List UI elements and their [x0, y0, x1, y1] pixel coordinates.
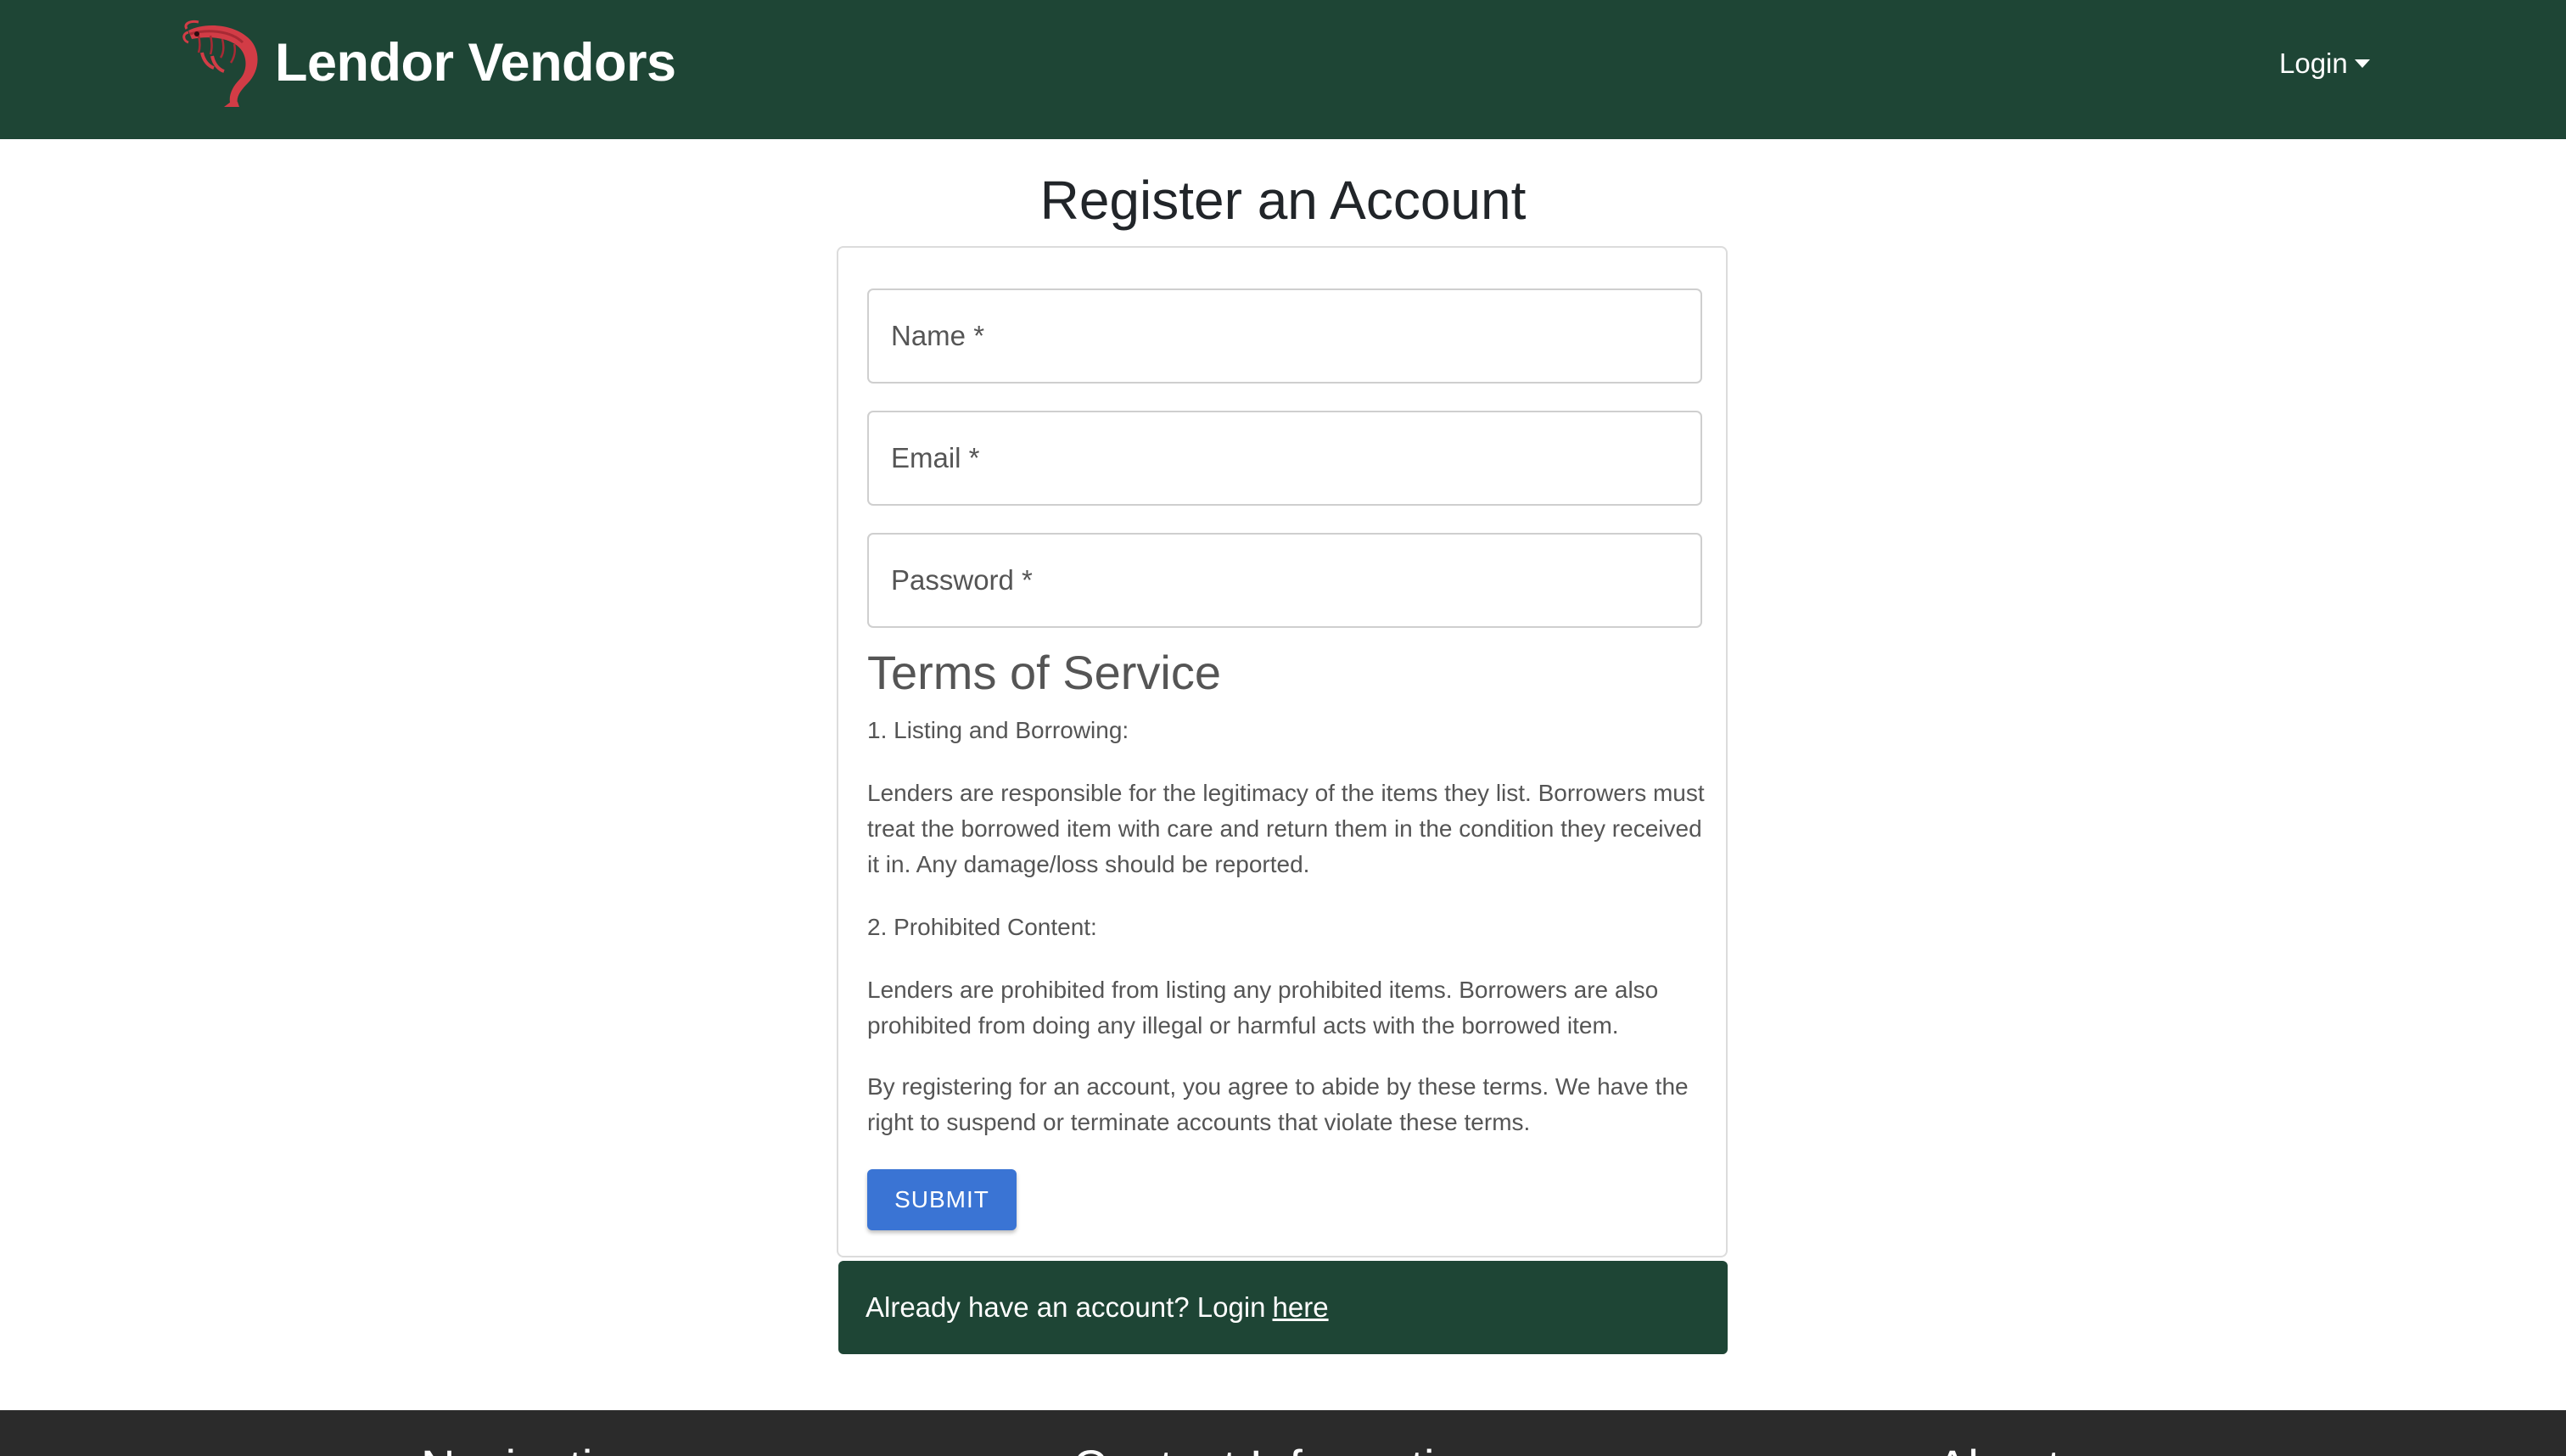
register-form-card: Terms of Service 1. Listing and Borrowin…	[837, 246, 1728, 1257]
terms-section1-body: Lenders are responsible for the legitima…	[867, 780, 1705, 877]
login-dropdown-label: Login	[2279, 48, 2348, 79]
name-input[interactable]	[867, 288, 1702, 384]
footer-navigation-heading: Navigation	[421, 1437, 646, 1456]
footer: Navigation Contact Information About	[0, 1410, 2566, 1456]
navbar: Lendor Vendors Login	[0, 0, 2566, 139]
login-prompt-text: Already have an account? Login	[866, 1291, 1266, 1323]
brand-name: Lendor Vendors	[275, 32, 676, 92]
terms-title: Terms of Service	[867, 646, 1221, 699]
terms-section1-heading: 1. Listing and Borrowing:	[867, 717, 1129, 743]
chevron-down-icon	[2354, 59, 2370, 68]
brand-link[interactable]: Lendor Vendors	[182, 19, 676, 107]
shrimp-icon	[182, 20, 258, 107]
password-input[interactable]	[867, 533, 1702, 628]
footer-contact-heading: Contact Information	[1073, 1437, 1487, 1456]
login-prompt: Already have an account? Login here	[838, 1261, 1728, 1354]
terms-agreement: By registering for an account, you agree…	[867, 1073, 1689, 1135]
terms-section2-heading: 2. Prohibited Content:	[867, 914, 1097, 940]
footer-about-heading: About	[1936, 1437, 2060, 1456]
email-input[interactable]	[867, 411, 1702, 506]
terms-section2-body: Lenders are prohibited from listing any …	[867, 977, 1659, 1039]
login-dropdown-toggle[interactable]: Login	[2279, 42, 2370, 85]
login-here-link[interactable]: here	[1273, 1291, 1329, 1324]
page-title: Register an Account	[1039, 170, 1527, 231]
submit-button[interactable]: SUBMIT	[867, 1169, 1017, 1230]
